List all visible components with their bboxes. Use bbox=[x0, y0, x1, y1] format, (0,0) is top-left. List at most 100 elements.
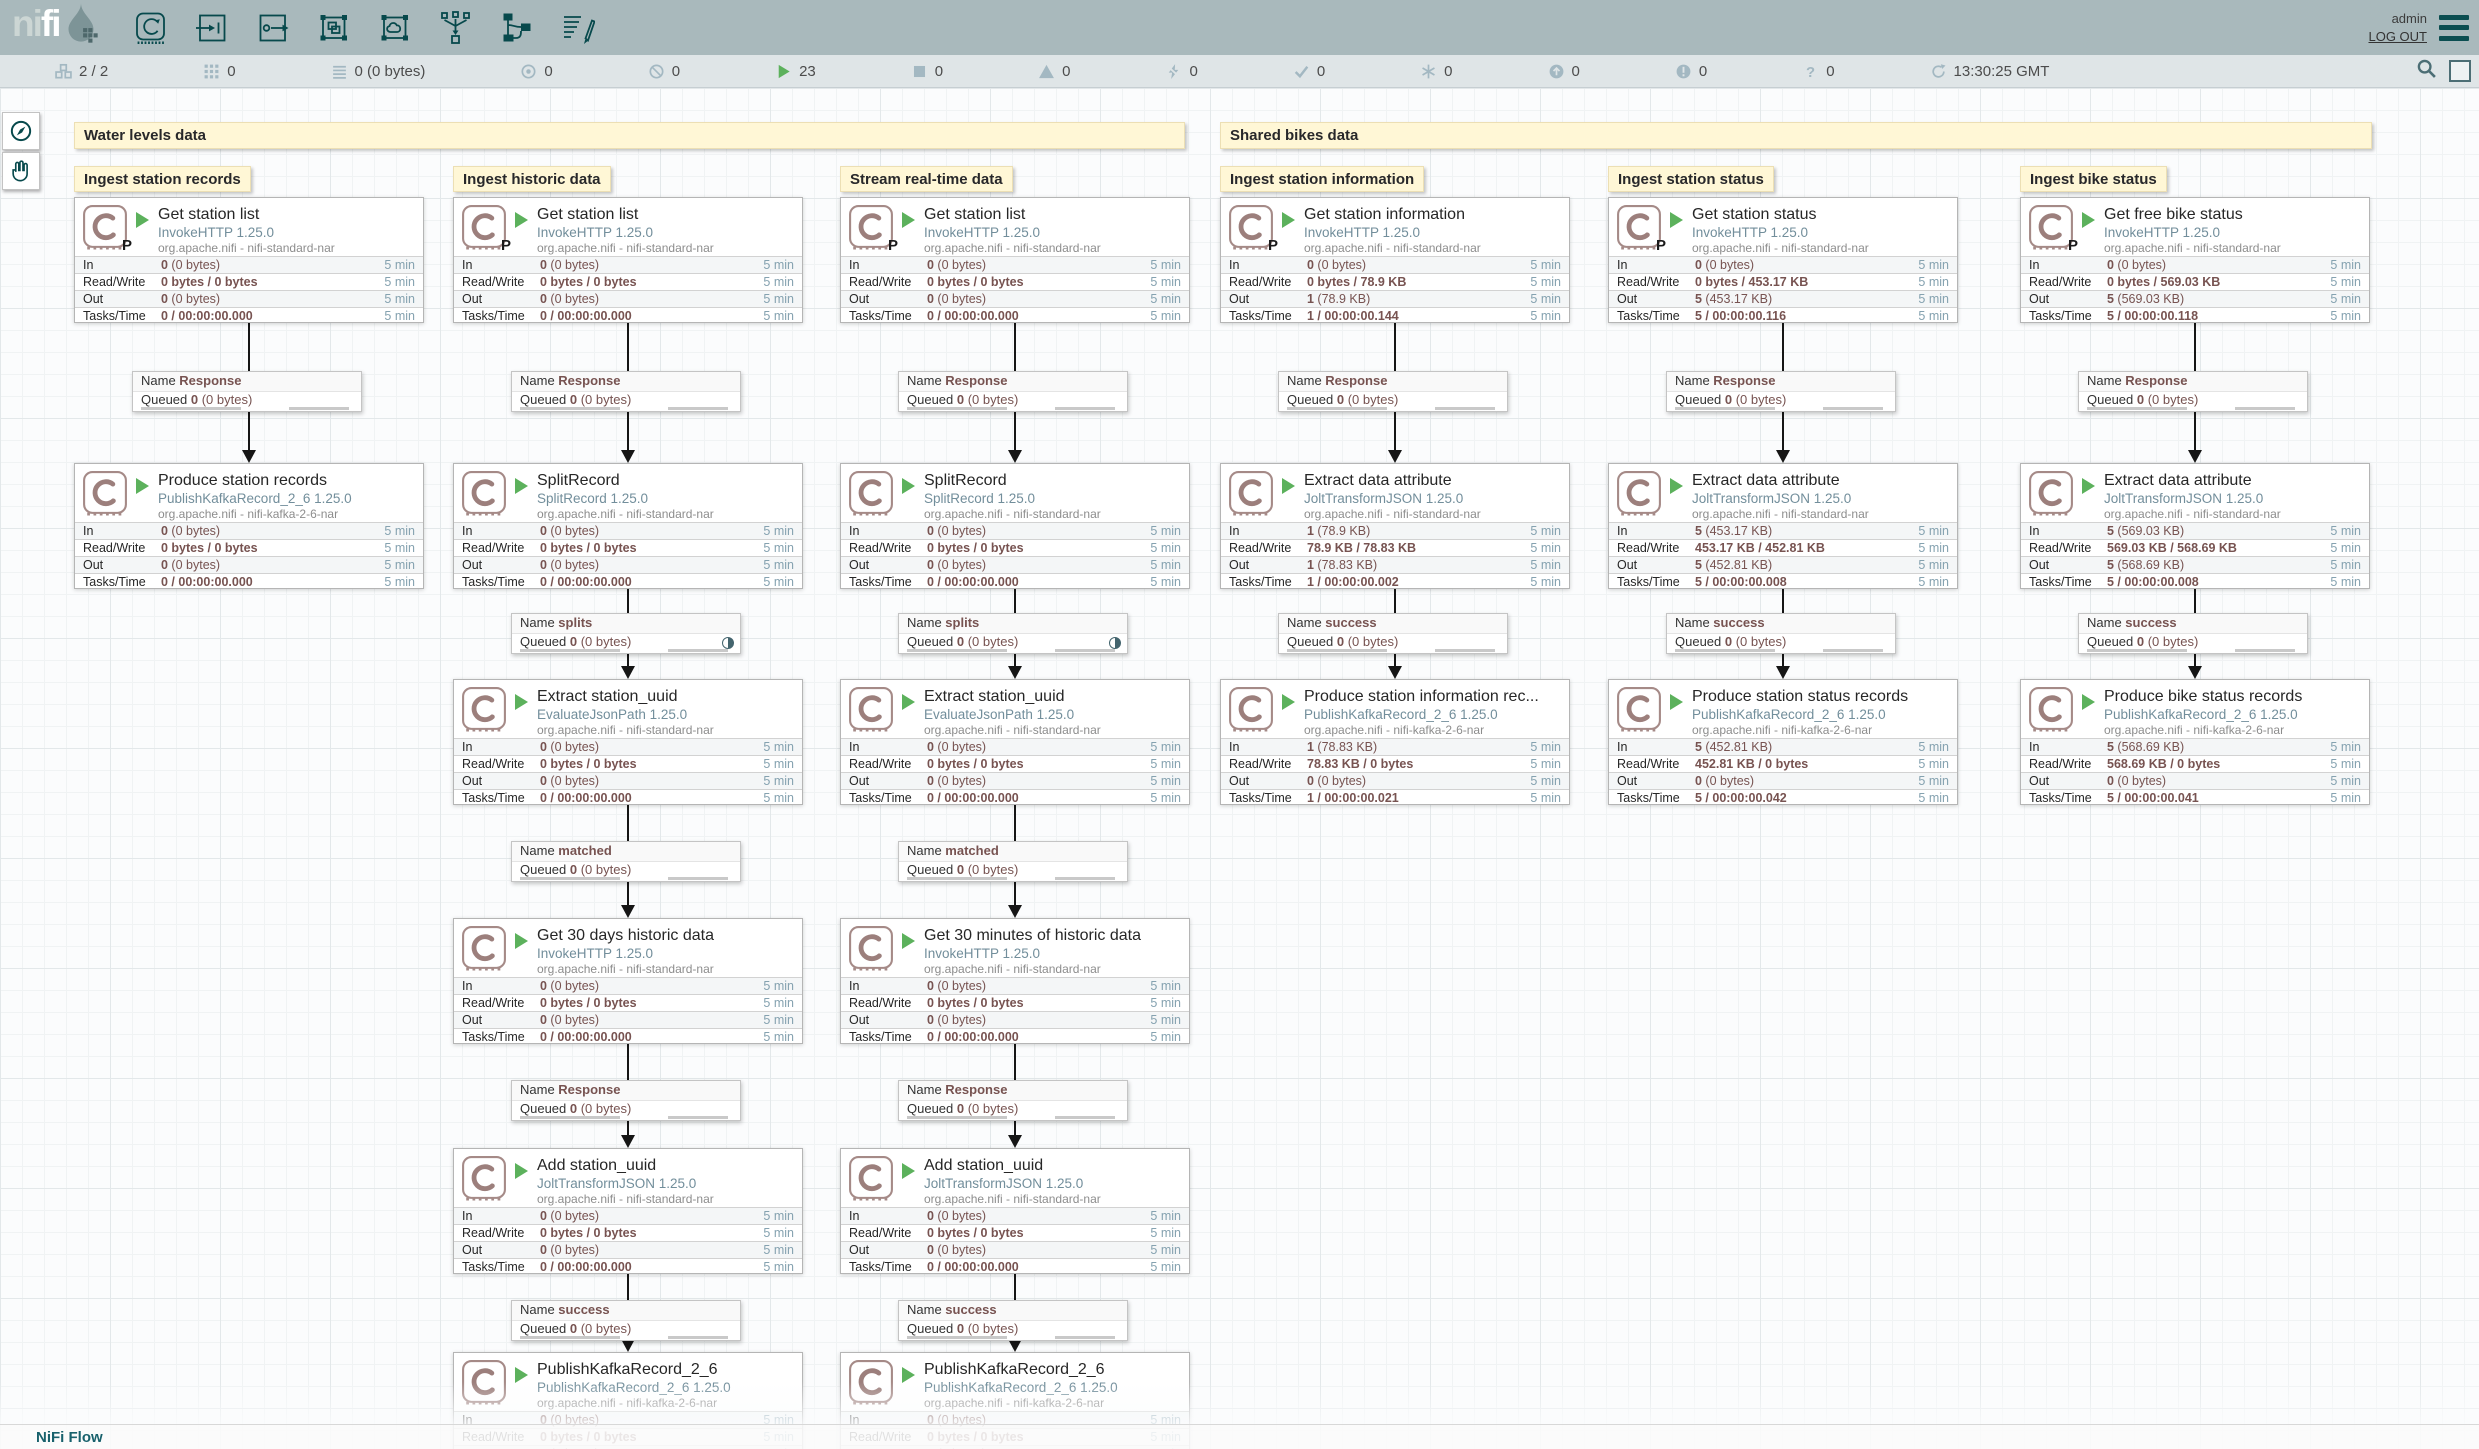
processor[interactable]: Extract station_uuidEvaluateJsonPath 1.2… bbox=[453, 679, 803, 805]
breadcrumb[interactable]: NiFi Flow bbox=[36, 1429, 103, 1446]
connection-label[interactable]: Name ResponseQueued 0 (0 bytes) bbox=[898, 371, 1128, 412]
processor-stamp-icon bbox=[1228, 470, 1274, 516]
load-balance-icon bbox=[722, 637, 734, 649]
processor[interactable]: Get 30 minutes of historic dataInvokeHTT… bbox=[840, 918, 1190, 1044]
processor[interactable]: Extract data attributeJoltTransformJSON … bbox=[2020, 463, 2370, 589]
connection-label[interactable]: Name ResponseQueued 0 (0 bytes) bbox=[511, 1080, 741, 1121]
status-stopped-count: 0 bbox=[935, 63, 943, 80]
processor[interactable]: Produce bike status recordsPublishKafkaR… bbox=[2020, 679, 2370, 805]
svg-text:?: ? bbox=[1806, 64, 1815, 79]
status-not-transmitting-count: 0 bbox=[672, 63, 680, 80]
processor[interactable]: PGet station listInvokeHTTP 1.25.0org.ap… bbox=[74, 197, 424, 323]
connection-label[interactable]: Name successQueued 0 (0 bytes) bbox=[898, 1300, 1128, 1341]
canvas-label[interactable]: Shared bikes data bbox=[1220, 122, 2372, 149]
connection-label[interactable]: Name splitsQueued 0 (0 bytes) bbox=[898, 613, 1128, 654]
connection-label[interactable]: Name matchedQueued 0 (0 bytes) bbox=[511, 841, 741, 882]
connection-label[interactable]: Name successQueued 0 (0 bytes) bbox=[511, 1300, 741, 1341]
status-refresh-clock[interactable]: 13:30:25 GMT bbox=[1930, 63, 2050, 80]
processor-header: Produce station status recordsPublishKaf… bbox=[1609, 680, 1957, 738]
status-queued-count: 0 (0 bytes) bbox=[355, 63, 426, 80]
processor[interactable]: PGet station listInvokeHTTP 1.25.0org.ap… bbox=[453, 197, 803, 323]
search-field-button[interactable] bbox=[2449, 60, 2471, 82]
processor[interactable]: PGet free bike statusInvokeHTTP 1.25.0or… bbox=[2020, 197, 2370, 323]
stat-row-tasks-time: Tasks/Time0 / 00:00:00.0005 min bbox=[841, 573, 1189, 590]
nifi-logo[interactable]: nifi bbox=[12, 1, 102, 56]
connection-queued: Queued 0 (0 bytes) bbox=[1279, 392, 1507, 411]
processor[interactable]: PGet station informationInvokeHTTP 1.25.… bbox=[1220, 197, 1570, 323]
canvas-label[interactable]: Ingest station status bbox=[1608, 166, 1774, 192]
connection-label[interactable]: Name ResponseQueued 0 (0 bytes) bbox=[1666, 371, 1896, 412]
canvas-label[interactable]: Stream real-time data bbox=[840, 166, 1013, 192]
global-menu-button[interactable] bbox=[2439, 15, 2469, 41]
processor[interactable]: PGet station listInvokeHTTP 1.25.0org.ap… bbox=[840, 197, 1190, 323]
label-icon[interactable] bbox=[561, 11, 595, 45]
stat-row-read-write: Read/Write0 bytes / 0 bytes5 min bbox=[75, 273, 423, 290]
processor[interactable]: Add station_uuidJoltTransformJSON 1.25.0… bbox=[840, 1148, 1190, 1274]
canvas-label[interactable]: Ingest station information bbox=[1220, 166, 1424, 192]
processor[interactable]: Extract data attributeJoltTransformJSON … bbox=[1220, 463, 1570, 589]
running-status-icon bbox=[1282, 478, 1295, 494]
canvas-label[interactable]: Ingest station records bbox=[74, 166, 251, 192]
processor[interactable]: Produce station status recordsPublishKaf… bbox=[1608, 679, 1958, 805]
stat-row-out: Out0 (0 bytes)5 min bbox=[454, 1241, 802, 1258]
connection-label[interactable]: Name successQueued 0 (0 bytes) bbox=[1666, 613, 1896, 654]
processor-header: SplitRecordSplitRecord 1.25.0org.apache.… bbox=[454, 464, 802, 522]
connection-label[interactable]: Name ResponseQueued 0 (0 bytes) bbox=[2078, 371, 2308, 412]
input-port-icon[interactable] bbox=[195, 11, 229, 45]
connection-label[interactable]: Name ResponseQueued 0 (0 bytes) bbox=[898, 1080, 1128, 1121]
canvas-label[interactable]: Ingest historic data bbox=[453, 166, 611, 192]
operate-palette-button[interactable] bbox=[2, 152, 40, 190]
processor[interactable]: Produce station recordsPublishKafkaRecor… bbox=[74, 463, 424, 589]
processor-icon[interactable] bbox=[134, 11, 168, 45]
status-up-to-date: 0 bbox=[1293, 63, 1325, 80]
stat-row-out: Out0 (0 bytes)5 min bbox=[841, 1011, 1189, 1028]
connection-label[interactable]: Name successQueued 0 (0 bytes) bbox=[2078, 613, 2308, 654]
processor[interactable]: Produce station information rec...Publis… bbox=[1220, 679, 1570, 805]
processor-stamp-icon bbox=[848, 925, 894, 971]
connection-label[interactable]: Name ResponseQueued 0 (0 bytes) bbox=[1278, 371, 1508, 412]
connection-label[interactable]: Name ResponseQueued 0 (0 bytes) bbox=[511, 371, 741, 412]
processor-title: Produce bike status records bbox=[2104, 687, 2302, 706]
navigate-palette-button[interactable] bbox=[2, 112, 40, 150]
processor[interactable]: Add station_uuidJoltTransformJSON 1.25.0… bbox=[453, 1148, 803, 1274]
connection-label[interactable]: Name matchedQueued 0 (0 bytes) bbox=[898, 841, 1128, 882]
processor-bundle: org.apache.nifi - nifi-standard-nar bbox=[1304, 507, 1481, 522]
connection-queued: Queued 0 (0 bytes) bbox=[899, 634, 1127, 653]
refresh-icon[interactable] bbox=[1930, 63, 1947, 80]
process-group-icon[interactable] bbox=[317, 11, 351, 45]
search-icon[interactable] bbox=[2416, 58, 2437, 84]
queue-count-bar bbox=[141, 407, 241, 410]
queue-count-bar bbox=[1287, 407, 1387, 410]
processor-bundle: org.apache.nifi - nifi-standard-nar bbox=[1692, 507, 1869, 522]
funnel-icon[interactable] bbox=[439, 11, 473, 45]
processor[interactable]: Get 30 days historic dataInvokeHTTP 1.25… bbox=[453, 918, 803, 1044]
processor-title: Get station list bbox=[537, 205, 714, 224]
connection-label[interactable]: Name ResponseQueued 0 (0 bytes) bbox=[132, 371, 362, 412]
processor-title: PublishKafkaRecord_2_6 bbox=[537, 1360, 731, 1379]
processor[interactable]: SplitRecordSplitRecord 1.25.0org.apache.… bbox=[840, 463, 1190, 589]
template-icon[interactable] bbox=[500, 11, 534, 45]
queue-size-bar bbox=[668, 649, 728, 652]
connection-label[interactable]: Name splitsQueued 0 (0 bytes) bbox=[511, 613, 741, 654]
canvas-label[interactable]: Water levels data bbox=[74, 122, 1185, 149]
connection-label[interactable]: Name successQueued 0 (0 bytes) bbox=[1278, 613, 1508, 654]
processor[interactable]: Extract data attributeJoltTransformJSON … bbox=[1608, 463, 1958, 589]
status-sync-failure-count: 0 bbox=[1826, 63, 1834, 80]
flow-canvas[interactable]: Water levels data Shared bikes data Ingest… bbox=[0, 88, 2479, 1449]
stat-row-in: In1 (78.9 KB)5 min bbox=[1221, 522, 1569, 539]
output-port-icon[interactable] bbox=[256, 11, 290, 45]
status-locally-modified-stale-count: 0 bbox=[1699, 63, 1707, 80]
cluster-icon bbox=[55, 63, 72, 80]
processor-header: PGet station listInvokeHTTP 1.25.0org.ap… bbox=[75, 198, 423, 256]
logout-link[interactable]: LOG OUT bbox=[2368, 28, 2427, 46]
stat-window: 5 min bbox=[1150, 540, 1181, 556]
processor-header: PGet station listInvokeHTTP 1.25.0org.ap… bbox=[454, 198, 802, 256]
connection-queued: Queued 0 (0 bytes) bbox=[899, 392, 1127, 411]
connection-queued: Queued 0 (0 bytes) bbox=[133, 392, 361, 411]
remote-process-group-icon[interactable] bbox=[378, 11, 412, 45]
canvas-label[interactable]: Ingest bike status bbox=[2020, 166, 2167, 192]
processor[interactable]: Extract station_uuidEvaluateJsonPath 1.2… bbox=[840, 679, 1190, 805]
connection-name: Name matched bbox=[512, 842, 740, 862]
processor[interactable]: SplitRecordSplitRecord 1.25.0org.apache.… bbox=[453, 463, 803, 589]
processor[interactable]: PGet station statusInvokeHTTP 1.25.0org.… bbox=[1608, 197, 1958, 323]
